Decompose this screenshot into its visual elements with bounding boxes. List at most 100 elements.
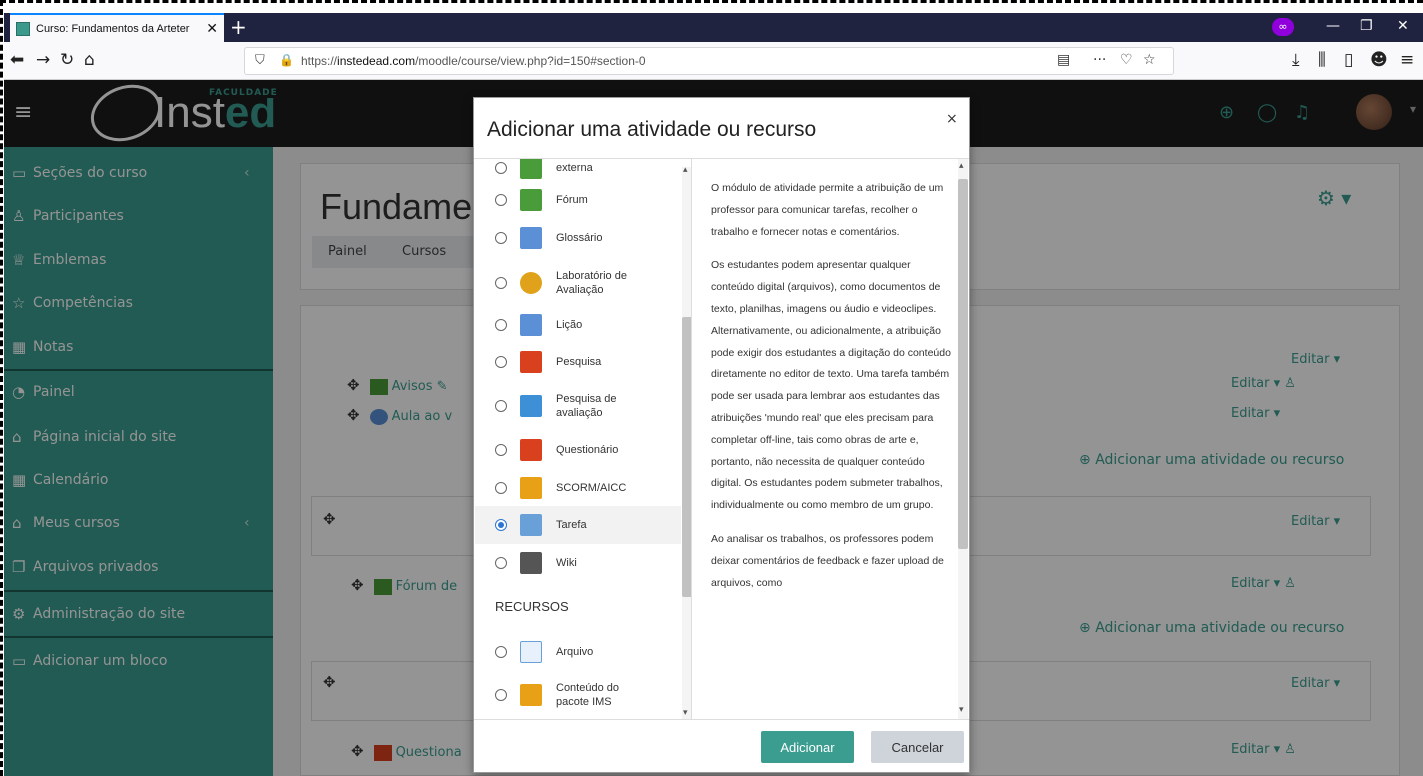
option-scorm[interactable]: SCORM/AICC	[475, 469, 681, 507]
tab-title: Curso: Fundamentos da Arteter	[36, 22, 190, 35]
lesson-icon	[520, 314, 542, 336]
description-paragraph: O módulo de atividade permite a atribuiç…	[711, 182, 944, 238]
download-icon[interactable]: ⤓	[1292, 50, 1300, 70]
option-ims[interactable]: Conteúdo do pacote IMS	[475, 676, 681, 714]
resources-heading: RECURSOS	[495, 599, 569, 614]
option-radio[interactable]	[495, 319, 507, 331]
description-paragraph: Os estudantes podem apresentar qualquer …	[711, 259, 951, 512]
option-radio[interactable]	[495, 482, 507, 494]
option-radio[interactable]	[495, 689, 507, 701]
option-radio[interactable]	[495, 162, 507, 174]
option-licao[interactable]: Lição	[475, 306, 681, 344]
bookmark-star-icon[interactable]: ☆	[1143, 52, 1156, 68]
page-actions-icon[interactable]: ···	[1093, 52, 1106, 68]
pocket-icon[interactable]: ♡	[1120, 52, 1133, 68]
cancel-button[interactable]: Cancelar	[871, 731, 964, 763]
feedback-chart-icon	[520, 395, 542, 417]
option-glossario[interactable]: Glossário	[475, 219, 681, 257]
option-label: Laboratório de Avaliação	[556, 270, 627, 296]
option-label: Pesquisa	[556, 356, 602, 368]
sidebar-toggle-icon[interactable]: ▯	[1344, 50, 1353, 70]
tab-close-icon[interactable]: ✕	[206, 21, 218, 37]
ims-package-icon	[520, 684, 542, 706]
url-bar[interactable]: ⛉ 🔒 https://instedead.com/moodle/course/…	[244, 47, 1174, 75]
wiki-icon	[520, 552, 542, 574]
option-forum[interactable]: Fórum	[475, 181, 681, 219]
scrollbar-thumb[interactable]	[958, 179, 968, 549]
forward-icon[interactable]: →	[36, 50, 50, 70]
url-text[interactable]: https://instedead.com/moodle/course/view…	[301, 54, 646, 68]
file-icon	[520, 641, 542, 663]
option-radio[interactable]	[495, 194, 507, 206]
description-scrollbar[interactable]: ▴ ▾	[958, 159, 968, 719]
option-radio[interactable]	[495, 232, 507, 244]
option-label: Fórum	[556, 194, 588, 206]
option-label: Pesquisa de avaliação	[556, 393, 617, 419]
option-label: Tarefa	[556, 519, 587, 531]
option-pesquisa-avaliacao[interactable]: Pesquisa de avaliação	[475, 387, 681, 425]
scroll-down-icon[interactable]: ▾	[683, 708, 688, 718]
scroll-up-icon[interactable]: ▴	[959, 161, 964, 171]
menu-icon[interactable]: ≡	[1400, 50, 1414, 70]
option-radio[interactable]	[495, 277, 507, 289]
library-icon[interactable]: ⫼	[1318, 50, 1326, 70]
scroll-up-icon[interactable]: ▴	[683, 165, 688, 175]
option-radio-selected[interactable]	[495, 519, 507, 531]
private-browsing-icon: ∞	[1272, 18, 1294, 36]
glossary-icon	[520, 227, 542, 249]
option-laboratorio[interactable]: Laboratório de Avaliação	[475, 264, 681, 302]
option-radio[interactable]	[495, 444, 507, 456]
add-activity-dialog: Adicionar uma atividade ou recurso × ext…	[473, 97, 970, 773]
reader-view-icon[interactable]: ▤	[1057, 52, 1070, 68]
activity-description: O módulo de atividade permite a atribuiç…	[711, 178, 956, 718]
scorm-package-icon	[520, 477, 542, 499]
screenshot-border-top	[0, 0, 1423, 6]
option-arquivo[interactable]: Arquivo	[475, 633, 681, 671]
option-label: Glossário	[556, 232, 603, 244]
dialog-footer-divider	[474, 719, 969, 720]
account-icon[interactable]: ☻	[1370, 50, 1388, 70]
close-icon[interactable]: ×	[946, 111, 958, 127]
lock-icon[interactable]: 🔒	[279, 53, 294, 67]
assignment-icon	[520, 514, 542, 536]
activity-option-list[interactable]: externa Fórum Glossário Laboratório de A…	[475, 159, 692, 719]
option-radio[interactable]	[495, 356, 507, 368]
option-list-scrollbar[interactable]: ▴ ▾	[682, 165, 691, 719]
option-label: Conteúdo do pacote IMS	[556, 682, 619, 708]
minimize-icon[interactable]: —	[1326, 18, 1340, 34]
option-questionario[interactable]: Questionário	[475, 431, 681, 469]
option-tarefa[interactable]: Tarefa	[475, 506, 681, 544]
shield-icon[interactable]: ⛉	[255, 53, 265, 68]
option-label: Questionário	[556, 444, 619, 456]
forum-icon	[520, 189, 542, 211]
workshop-icon	[520, 272, 542, 294]
option-label: SCORM/AICC	[556, 482, 627, 494]
option-radio[interactable]	[495, 557, 507, 569]
home-icon[interactable]: ⌂	[84, 50, 95, 70]
browser-tab-bar: Curso: Fundamentos da Arteter ✕ + ∞ — ❐ …	[4, 13, 1423, 42]
favicon-icon	[16, 21, 30, 36]
option-radio[interactable]	[495, 400, 507, 412]
close-window-icon[interactable]: ✕	[1397, 18, 1409, 34]
screenshot-border-left	[0, 0, 4, 776]
option-radio[interactable]	[495, 646, 507, 658]
option-label: externa	[556, 162, 593, 174]
new-tab-icon[interactable]: +	[230, 15, 247, 39]
option-wiki[interactable]: Wiki	[475, 544, 681, 582]
browser-tab[interactable]: Curso: Fundamentos da Arteter ✕	[10, 13, 224, 42]
option-label: Arquivo	[556, 646, 594, 658]
quiz-check-icon	[520, 439, 542, 461]
scrollbar-thumb[interactable]	[682, 317, 691, 597]
back-icon[interactable]: ⬅	[10, 50, 24, 70]
description-paragraph: Ao analisar os trabalhos, os professores…	[711, 532, 944, 589]
option-pesquisa[interactable]: Pesquisa	[475, 343, 681, 381]
scroll-down-icon[interactable]: ▾	[959, 705, 964, 715]
dialog-title: Adicionar uma atividade ou recurso	[487, 118, 817, 141]
option-label: Wiki	[556, 557, 577, 569]
browser-nav-bar: ⬅ → ↻ ⌂ ⛉ 🔒 https://instedead.com/moodle…	[4, 42, 1423, 80]
survey-icon	[520, 351, 542, 373]
reload-icon[interactable]: ↻	[60, 50, 74, 70]
add-button[interactable]: Adicionar	[761, 731, 854, 763]
option-label: Lição	[556, 319, 583, 331]
restore-icon[interactable]: ❐	[1360, 18, 1373, 34]
